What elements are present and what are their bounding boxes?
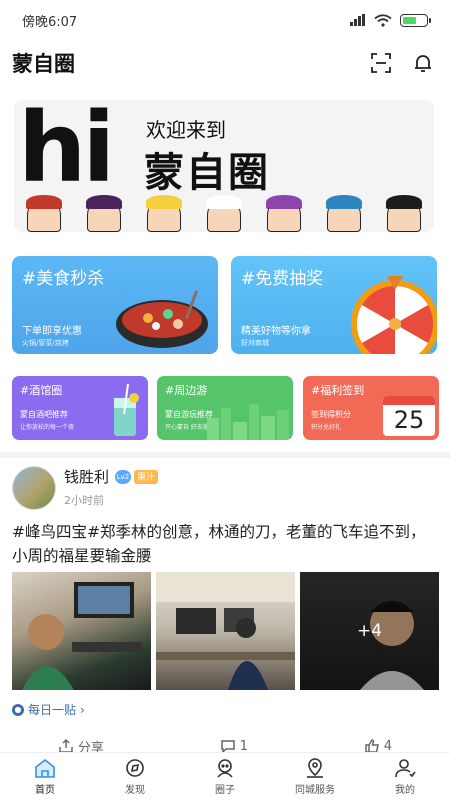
cocktail-icon <box>114 384 139 436</box>
post-time: 2小时前 <box>64 494 104 507</box>
tab-discover[interactable]: 发现 <box>90 753 180 800</box>
promo-lottery-card[interactable]: #免费抽奖 精美好物等你拿 好对商城 <box>231 256 437 354</box>
battery-icon <box>400 13 431 27</box>
banner-brand: 蒙自圈 <box>144 150 270 196</box>
hotpot-icon <box>116 290 208 348</box>
home-icon <box>35 758 55 778</box>
wifi-icon <box>374 13 392 27</box>
person-image <box>22 582 142 690</box>
profile-icon <box>395 759 416 778</box>
chevron-right-icon: › <box>80 702 85 717</box>
status-icons <box>350 13 431 27</box>
tab-local-service[interactable]: 同城服务 <box>270 753 360 800</box>
promo-title: #免费抽奖 <box>241 269 324 289</box>
level-badge: Lv2 <box>115 469 132 484</box>
promo-subtitle: 下单即享优惠 <box>22 326 82 337</box>
cartoon-avatar <box>86 195 122 232</box>
cartoon-avatar <box>266 195 302 232</box>
banner-hi: hi <box>18 100 115 204</box>
tab-circle[interactable]: 圈子 <box>180 753 270 800</box>
scan-icon[interactable] <box>366 48 396 78</box>
mini-subtitle: 蒙自酒吧推荐 <box>20 410 68 419</box>
promo-caption: 好对商城 <box>241 339 269 347</box>
post-photo[interactable] <box>156 572 295 690</box>
tab-profile[interactable]: 我的 <box>360 753 450 800</box>
banner-avatars <box>14 194 434 232</box>
location-icon <box>307 758 323 778</box>
cartoon-avatar <box>206 195 242 232</box>
calendar-day: 25 <box>393 406 425 434</box>
city-skyline-icon <box>207 404 289 440</box>
tab-label: 发现 <box>125 785 145 796</box>
daily-topic-link[interactable]: ● 每日一贴 › <box>12 701 85 718</box>
mini-title: #周边游 <box>165 384 208 397</box>
cartoon-avatar <box>146 195 182 232</box>
mini-title: #酒馆圈 <box>20 384 63 397</box>
post-text[interactable]: #峰鸟四宝#郑季林的创意，林通的刀，老董的飞车追不到，小周的福星要输金腰 <box>12 520 438 568</box>
section-divider <box>0 452 450 458</box>
mini-bar-card[interactable]: #酒馆圈 蒙自酒吧推荐 让你放松的每一个夜 <box>12 376 148 440</box>
office-image <box>156 572 295 690</box>
mini-title: #福利签到 <box>311 384 365 397</box>
cartoon-avatar <box>326 195 362 232</box>
promo-food-card[interactable]: #美食秒杀 下单即享优惠 火锅/冒菜/烧烤 <box>12 256 218 354</box>
topic-icon: ● <box>12 703 24 716</box>
post-photo[interactable]: +4 <box>300 572 439 690</box>
circle-icon <box>217 759 233 778</box>
discover-icon <box>126 759 144 777</box>
avatar[interactable] <box>12 466 56 510</box>
cartoon-avatar <box>386 195 422 232</box>
promo-subtitle: 精美好物等你拿 <box>241 326 311 337</box>
author-name: 钱胜利 <box>64 468 110 486</box>
app-header: 蒙自圈 <box>0 40 450 86</box>
bottom-tab-bar: 首页 发现 圈子 同城服务 我的 <box>0 752 450 800</box>
promo-caption: 火锅/冒菜/烧烤 <box>22 339 69 347</box>
status-bar: 傍晚6:07 <box>0 0 450 40</box>
welcome-banner[interactable]: hi 欢迎来到 蒙自圈 <box>14 100 434 232</box>
mini-caption: 积分兑好礼 <box>311 424 342 431</box>
mini-travel-card[interactable]: #周边游 蒙自游玩推荐 开心蒙自 好去处 <box>157 376 293 440</box>
promo-title: #美食秒杀 <box>22 269 105 289</box>
prize-wheel-icon <box>351 276 437 354</box>
calendar-icon: 25 <box>383 396 435 436</box>
post-author[interactable]: 钱胜利 Lv2 果汁 <box>64 466 159 487</box>
status-time: 傍晚6:07 <box>22 14 78 30</box>
tab-home[interactable]: 首页 <box>0 753 90 800</box>
mini-signin-card[interactable]: #福利签到 签到得积分 积分兑好礼 25 <box>303 376 439 440</box>
tab-label: 圈子 <box>215 785 235 796</box>
signal-icon <box>350 14 365 26</box>
post-photo[interactable] <box>12 572 151 690</box>
mini-caption: 让你放松的每一个夜 <box>20 424 75 431</box>
tab-label: 我的 <box>395 785 415 796</box>
tag-badge: 果汁 <box>134 469 159 484</box>
bell-icon[interactable] <box>408 48 438 78</box>
daily-topic-label: 每日一贴 <box>28 703 77 717</box>
banner-welcome: 欢迎来到 <box>146 118 226 142</box>
page-title: 蒙自圈 <box>12 52 75 76</box>
cartoon-avatar <box>26 195 62 232</box>
mini-subtitle: 签到得积分 <box>311 410 351 419</box>
tab-label: 首页 <box>35 785 55 796</box>
more-photos-count: +4 <box>300 572 439 690</box>
tab-label: 同城服务 <box>295 785 335 796</box>
